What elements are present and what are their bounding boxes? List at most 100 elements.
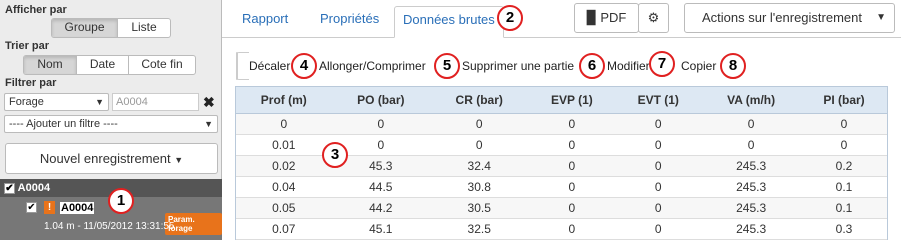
tool-allonger-comprimer[interactable]: Allonger/Comprimer [319, 53, 426, 79]
sort-by-label: Trier par [5, 40, 50, 52]
group-name: A0004 [17, 182, 51, 194]
table-cell[interactable]: 0 [528, 155, 616, 177]
tab-rapport[interactable]: Rapport [242, 6, 288, 38]
table-cell[interactable]: 30.5 [430, 197, 529, 219]
col-va[interactable]: VA (m/h) [701, 87, 801, 114]
table-cell[interactable]: 0.1 [801, 176, 887, 198]
table-cell[interactable]: 0 [430, 134, 529, 156]
table-cell[interactable]: 32.4 [430, 155, 529, 177]
record-name: A0004 [60, 202, 95, 214]
filter-by-label: Filtrer par [5, 77, 57, 89]
table-cell[interactable]: 245.3 [701, 155, 801, 177]
caret-down-icon: ▼ [204, 119, 213, 129]
tool-modifier[interactable]: Modifier [607, 53, 650, 79]
table-cell[interactable]: 0 [528, 197, 616, 219]
sort-toggle: Nom Date Cote fin [23, 55, 196, 75]
table-cell[interactable]: 0 [615, 134, 702, 156]
table-cell[interactable]: 30.8 [430, 176, 529, 198]
add-filter-select[interactable]: ---- Ajouter un filtre ---- ▼ [4, 115, 218, 133]
document-icon: ▉ [586, 10, 597, 25]
table-cell[interactable]: 0.04 [236, 176, 332, 198]
new-record-label: Nouvel enregistrement [39, 151, 171, 166]
toolbar-left-edge [236, 52, 249, 80]
table-cell[interactable]: 0 [430, 113, 529, 135]
table-cell[interactable]: 0 [236, 113, 332, 135]
new-record-button[interactable]: Nouvel enregistrement ▼ [5, 143, 218, 174]
actions-select[interactable]: Actions sur l'enregistrement ▼ [684, 3, 895, 33]
caret-down-icon: ▼ [174, 155, 184, 165]
table-row[interactable]: 0.04 44.5 30.8 0 0 245.3 0.1 [236, 176, 887, 198]
left-panel: Afficher par Groupe Liste Trier par Nom … [0, 0, 222, 240]
table-cell[interactable]: 0 [615, 218, 702, 240]
table-row[interactable]: 0.05 44.2 30.5 0 0 245.3 0.1 [236, 197, 887, 219]
table-cell[interactable]: 245.3 [701, 176, 801, 198]
table-cell[interactable]: 0.2 [801, 155, 887, 177]
col-pi[interactable]: PI (bar) [801, 87, 887, 114]
table-cell[interactable]: 245.3 [701, 197, 801, 219]
record-group-header[interactable]: ✔ A0004 [4, 182, 50, 194]
tool-decaler[interactable]: Décaler [249, 53, 290, 79]
sort-option-nom[interactable]: Nom [24, 56, 77, 74]
sort-option-date[interactable]: Date [77, 56, 129, 74]
col-po[interactable]: PO (bar) [331, 87, 431, 114]
clear-filter-icon[interactable]: ✖ [203, 94, 215, 111]
add-filter-label: ---- Ajouter un filtre ---- [9, 118, 118, 130]
table-cell[interactable]: 0 [801, 113, 887, 135]
tab-proprietes[interactable]: Propriétés [320, 6, 379, 38]
table-cell[interactable]: 0 [528, 218, 616, 240]
table-cell[interactable]: 0 [528, 134, 616, 156]
table-row[interactable]: 0000000 [236, 113, 887, 135]
pdf-button[interactable]: ▉ PDF [574, 3, 639, 33]
callout-3: 3 [322, 142, 348, 168]
table-cell[interactable]: 0.1 [801, 197, 887, 219]
tool-copier[interactable]: Copier [681, 53, 716, 79]
table-cell[interactable]: 0 [701, 134, 801, 156]
table-cell[interactable]: 32.5 [430, 218, 529, 240]
group-checkbox[interactable]: ✔ [4, 182, 15, 194]
callout-7: 7 [649, 51, 675, 77]
col-evt[interactable]: EVT (1) [615, 87, 702, 114]
pdf-label: PDF [600, 10, 627, 25]
table-row[interactable]: 0.07 45.1 32.5 0 0 245.3 0.3 [236, 218, 887, 240]
table-cell[interactable]: 0 [615, 176, 702, 198]
table-header-row: Prof (m) PO (bar) CR (bar) EVP (1) EVT (… [236, 87, 887, 114]
table-cell[interactable]: 0 [615, 197, 702, 219]
table-cell[interactable]: 45.1 [331, 218, 431, 240]
table-cell[interactable]: 0 [615, 155, 702, 177]
display-toggle: Groupe Liste [51, 18, 171, 38]
table-cell[interactable]: 44.5 [331, 176, 431, 198]
record-checkbox[interactable]: ✔ [26, 202, 37, 213]
callout-5: 5 [434, 53, 460, 79]
col-cr[interactable]: CR (bar) [430, 87, 529, 114]
table-cell[interactable]: 0.02 [236, 155, 332, 177]
table-cell[interactable]: 0.05 [236, 197, 332, 219]
callout-2: 2 [497, 5, 523, 31]
table-cell[interactable]: 0.3 [801, 218, 887, 240]
table-cell[interactable]: 44.2 [331, 197, 431, 219]
caret-down-icon: ▼ [95, 97, 104, 107]
table-cell[interactable]: 0.07 [236, 218, 332, 240]
settings-button[interactable]: ⚙ [638, 3, 669, 33]
sort-option-cote-fin[interactable]: Cote fin [129, 56, 195, 74]
display-option-groupe[interactable]: Groupe [52, 19, 118, 37]
callout-4: 4 [291, 53, 317, 79]
display-by-label: Afficher par [5, 4, 67, 16]
actions-label: Actions sur l'enregistrement [702, 10, 862, 25]
col-prof[interactable]: Prof (m) [236, 87, 332, 114]
table-cell[interactable]: 0 [528, 113, 616, 135]
table-cell[interactable]: 0 [701, 113, 801, 135]
tool-supprimer-partie[interactable]: Supprimer une partie [462, 53, 574, 79]
table-cell[interactable]: 0 [528, 176, 616, 198]
filter-field-select[interactable]: Forage ▼ [4, 93, 109, 111]
filter-value-input[interactable]: A0004 [112, 93, 199, 111]
table-cell[interactable]: 0.01 [236, 134, 332, 156]
table-cell[interactable]: 0 [801, 134, 887, 156]
tab-donnees-brutes[interactable]: Données brutes [394, 6, 504, 38]
table-cell[interactable]: 0 [331, 113, 431, 135]
col-evp[interactable]: EVP (1) [528, 87, 616, 114]
record-detail: 1.04 m - 11/05/2012 13:31:55 [44, 221, 175, 232]
display-option-liste[interactable]: Liste [118, 19, 170, 37]
table-cell[interactable]: 0 [615, 113, 702, 135]
callout-6: 6 [579, 53, 605, 79]
table-cell[interactable]: 245.3 [701, 218, 801, 240]
